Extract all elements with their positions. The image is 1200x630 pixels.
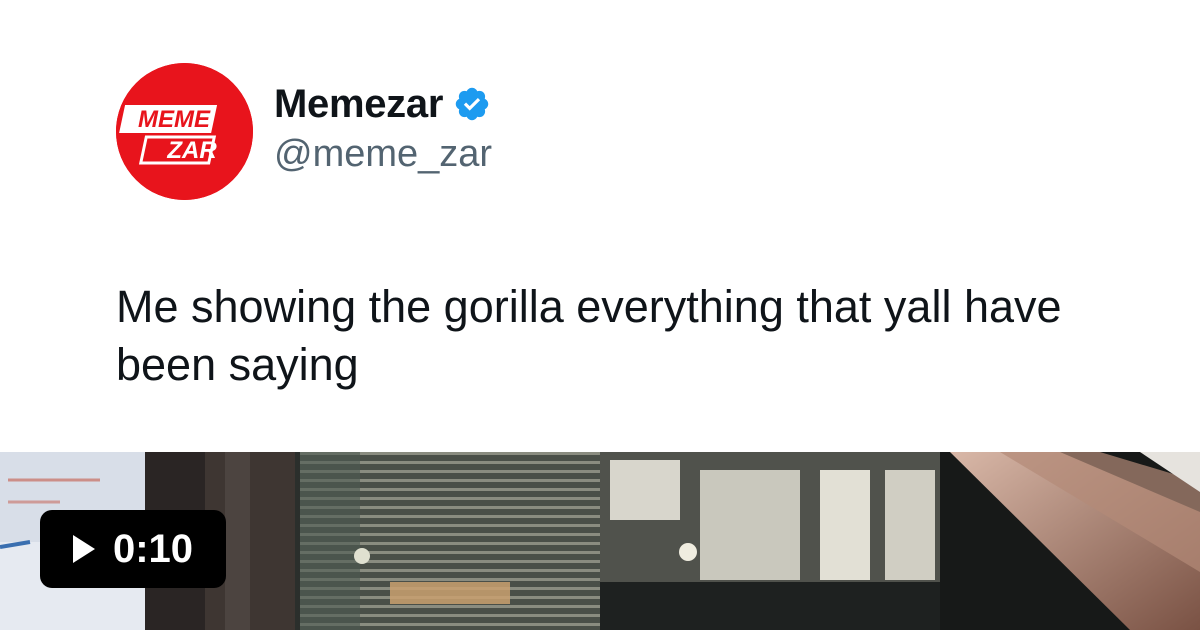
display-name[interactable]: Memezar: [274, 82, 443, 127]
logo-text-zar: ZAR: [166, 137, 217, 164]
author-name-row: Memezar: [274, 78, 491, 130]
memezar-logo: MEME ZAR: [116, 63, 253, 200]
play-icon[interactable]: [72, 535, 95, 563]
logo-text-meme: MEME: [138, 106, 211, 133]
verified-badge-icon: [455, 87, 489, 121]
author-handle[interactable]: @meme_zar: [274, 133, 492, 176]
video-duration-badge[interactable]: 0:10: [40, 510, 226, 588]
tweet-text: Me showing the gorilla everything that y…: [116, 281, 1062, 390]
avatar[interactable]: MEME ZAR: [116, 63, 253, 200]
video-duration: 0:10: [112, 526, 194, 571]
